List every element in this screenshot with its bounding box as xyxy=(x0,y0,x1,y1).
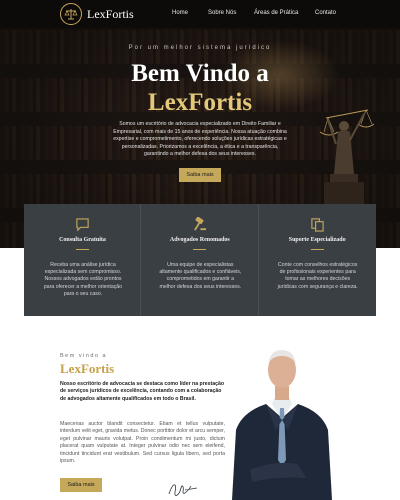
feature-title: Advogados Renomados xyxy=(169,237,230,243)
about-title: LexFortis xyxy=(60,361,115,376)
chat-icon xyxy=(76,218,89,232)
hero-saiba-mais-button[interactable]: Saiba mais xyxy=(179,168,221,182)
nav-link-home[interactable]: Home xyxy=(172,10,188,16)
hero-title-brand: LexFortis xyxy=(147,89,253,116)
about-saiba-mais-button[interactable]: Saiba mais xyxy=(60,478,102,492)
gavel-icon xyxy=(194,217,207,231)
feature-description: Uma equipe de especialistas altamente qu… xyxy=(159,262,242,290)
scales-logo-icon xyxy=(60,3,82,25)
nav-link-sobre-nos[interactable]: Sobre Nós xyxy=(208,10,236,16)
feature-description: Receba uma análise jurídica especializad… xyxy=(43,262,123,297)
nav-link-contato[interactable]: Contato xyxy=(315,10,336,16)
page: LexFortis Home Sobre Nós Áreas de Prátic… xyxy=(0,0,400,500)
signature-image xyxy=(168,484,198,496)
feature-title: Suporte Especializado xyxy=(288,237,346,243)
feature-card: Advogados Renomados Uma equipe de especi… xyxy=(141,204,259,316)
hero-title: Bem Vindo a xyxy=(131,60,269,87)
feature-divider xyxy=(193,249,207,250)
feature-divider xyxy=(76,249,89,250)
top-navbar: LexFortis Home Sobre Nós Áreas de Prátic… xyxy=(0,0,400,28)
feature-card: Consulta Gratuita Receba uma análise jur… xyxy=(24,204,142,316)
feature-card: Suporte Especializado Conte com conselho… xyxy=(259,204,376,316)
lawyer-portrait-image xyxy=(232,350,332,500)
feature-description: Conte com conselhos estratégicos de prof… xyxy=(277,262,358,290)
feature-divider xyxy=(310,249,324,250)
about-body-text: Maecenas auctor blandit consectetur. Eti… xyxy=(60,421,225,465)
documents-icon xyxy=(310,218,324,232)
brand-name: LexFortis xyxy=(87,6,134,21)
hero-tagline: Por um melhor sistema jurídico xyxy=(128,45,272,51)
brand-logo[interactable]: LexFortis xyxy=(60,3,134,25)
nav-link-areas-de-pratica[interactable]: Áreas de Prática xyxy=(254,10,298,16)
about-tagline: Bem vindo a xyxy=(60,353,108,359)
about-highlight-text: Nosso escritório de advocacia se destaca… xyxy=(60,381,225,402)
justice-statue-image xyxy=(319,109,375,204)
features-section: Consulta Gratuita Receba uma análise jur… xyxy=(24,204,376,316)
hero-description: Somos um escritório de advocacia especia… xyxy=(113,121,287,158)
feature-title: Consulta Gratuita xyxy=(59,237,106,243)
